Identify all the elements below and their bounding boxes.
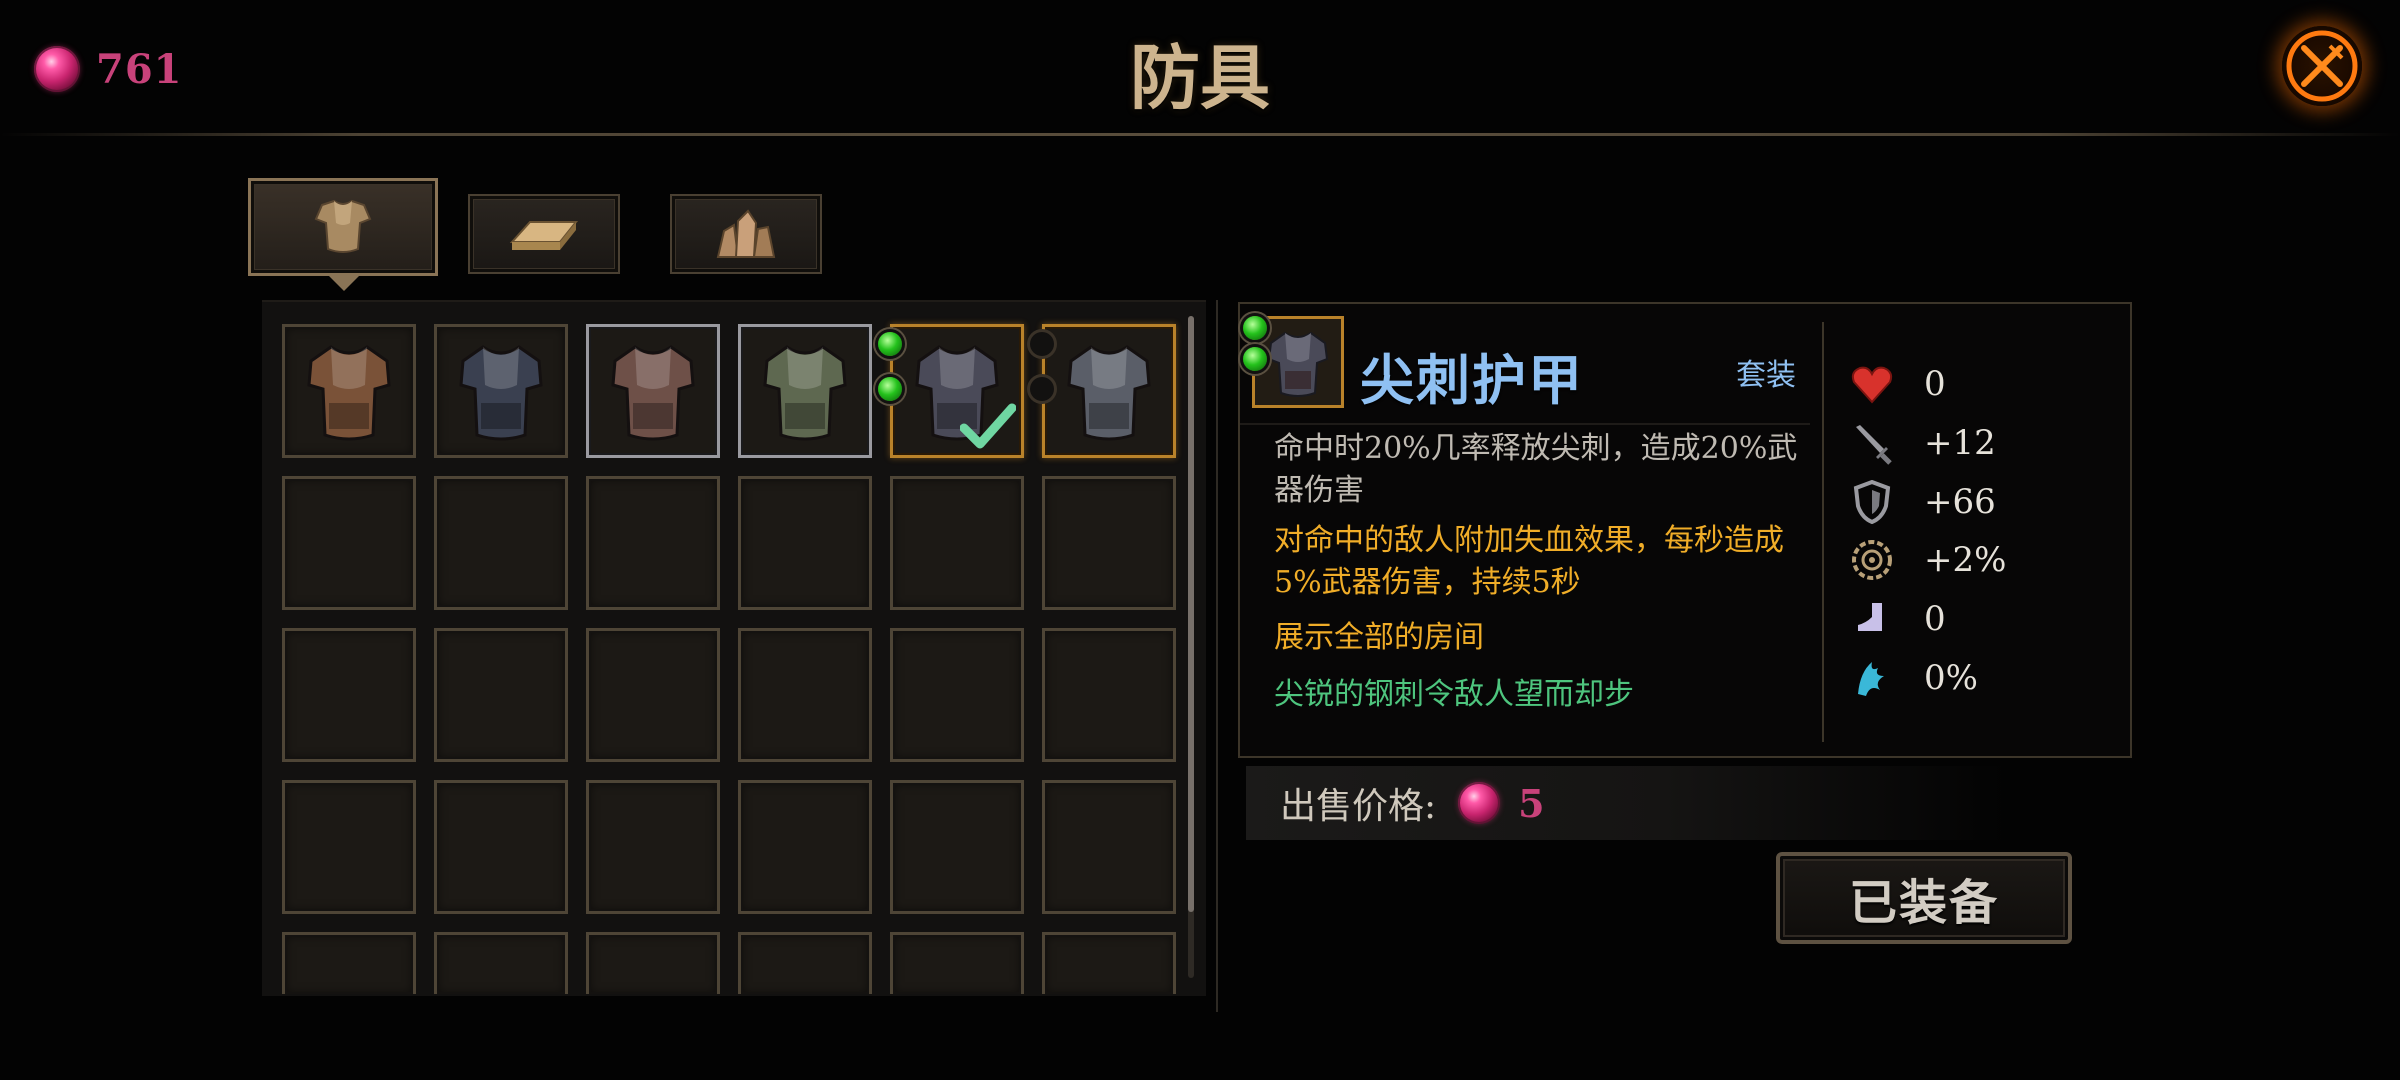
- inventory-slot-item[interactable]: [1042, 324, 1176, 458]
- inventory-slot-empty[interactable]: [890, 932, 1024, 994]
- stat-health: 0: [1850, 358, 2110, 410]
- inventory-slot-item[interactable]: [738, 324, 872, 458]
- socket-gem: [878, 332, 902, 356]
- scrollbar-thumb[interactable]: [1188, 316, 1194, 912]
- name-separator: [1240, 423, 1810, 425]
- tab-ingots[interactable]: [468, 194, 620, 274]
- inventory-slot-empty[interactable]: [586, 628, 720, 762]
- plate-skirt-armor-icon: [611, 345, 695, 441]
- stat-defense-value: +66: [1924, 482, 1996, 522]
- stat-speed-value: 0: [1924, 599, 1946, 639]
- inventory-slot-empty[interactable]: [586, 476, 720, 610]
- item-name: 尖刺护甲: [1360, 348, 1584, 412]
- empty-socket: [1030, 332, 1054, 356]
- crossed-swords-close-icon: [2286, 30, 2358, 102]
- inventory-slot-empty[interactable]: [434, 476, 568, 610]
- equipped-check-icon: [960, 403, 1016, 449]
- olive-plate-armor-icon: [763, 345, 847, 441]
- tab-armor[interactable]: [248, 178, 438, 276]
- item-effect-description: 命中时20%几率释放尖刺，造成20%武器伤害: [1274, 431, 1798, 508]
- active-tab-indicator: [326, 273, 362, 291]
- inventory-slot-empty[interactable]: [586, 932, 720, 994]
- inventory-slot-item[interactable]: [586, 324, 720, 458]
- inventory-slot-empty[interactable]: [738, 628, 872, 762]
- item-bleed-description: 对命中的敌人附加失血效果，每秒造成5%武器伤害，持续5秒: [1274, 523, 1784, 600]
- empty-socket: [1030, 377, 1054, 401]
- inventory-slot-empty[interactable]: [1042, 476, 1176, 610]
- stat-health-value: 0: [1924, 364, 1946, 404]
- stat-crit-value: +2%: [1924, 540, 2007, 580]
- stat-attack-value: +12: [1924, 423, 1996, 463]
- stat-defense: +66: [1850, 476, 2110, 528]
- stats-divider: [1822, 322, 1824, 742]
- inventory-slot-empty[interactable]: [738, 932, 872, 994]
- inventory-slot-empty[interactable]: [586, 780, 720, 914]
- stat-speed: 0: [1850, 593, 2110, 645]
- soul-gem-icon: [1458, 782, 1501, 824]
- stat-special-value: 0%: [1924, 658, 1978, 698]
- inventory-slot-empty[interactable]: [282, 780, 416, 914]
- inventory-slot-item[interactable]: [434, 324, 568, 458]
- set-label[interactable]: 套装: [1736, 350, 1796, 394]
- spiked-armor-icon: [1267, 331, 1329, 397]
- chest-armor-icon: [314, 199, 372, 253]
- inventory-slot-empty[interactable]: [434, 932, 568, 994]
- inventory-slot-empty[interactable]: [1042, 932, 1176, 994]
- inventory-slot-empty[interactable]: [282, 628, 416, 762]
- metal-ingot-icon: [509, 221, 579, 250]
- socket-gem: [878, 377, 902, 401]
- sell-price-label: 出售价格:: [1280, 786, 1437, 827]
- inventory-slot-empty[interactable]: [1042, 780, 1176, 914]
- inventory-slot-empty[interactable]: [282, 932, 416, 994]
- inventory-slot-empty[interactable]: [738, 476, 872, 610]
- sell-price-bar: 出售价格: 5: [1246, 766, 2006, 840]
- inventory-slot-empty[interactable]: [1042, 628, 1176, 762]
- shield-icon: [1853, 480, 1891, 524]
- close-button[interactable]: [2282, 26, 2362, 106]
- heart-icon: [1851, 366, 1893, 404]
- inventory-slot-empty[interactable]: [434, 628, 568, 762]
- gear-crit-icon: [1852, 540, 1892, 580]
- page-title: 防具: [1130, 36, 1270, 119]
- stat-crit: +2%: [1850, 534, 2110, 586]
- inventory-slot-item[interactable]: [282, 324, 416, 458]
- inventory-slot-empty[interactable]: [890, 628, 1024, 762]
- item-flavor-text: 尖锐的钢刺令敌人望而却步: [1274, 677, 1634, 712]
- cyan-claw-icon: [1858, 662, 1884, 696]
- panel-divider: [1216, 300, 1218, 1012]
- dark-cloth-armor-icon: [459, 345, 543, 441]
- inventory-slot-empty[interactable]: [890, 476, 1024, 610]
- equipped-button[interactable]: 已装备: [1776, 852, 2072, 944]
- socket-gem-1: [1243, 316, 1267, 340]
- leather-armor-icon: [307, 345, 391, 441]
- stat-special: 0%: [1850, 652, 2110, 704]
- inventory-slot-empty[interactable]: [282, 476, 416, 610]
- tab-crystals[interactable]: [670, 194, 822, 274]
- inventory-slot-empty[interactable]: [434, 780, 568, 914]
- boot-icon: [1858, 603, 1882, 631]
- inventory-slot-empty[interactable]: [738, 780, 872, 914]
- sell-price-value: 5: [1518, 780, 1545, 826]
- stat-attack: +12: [1850, 417, 2110, 469]
- ore-crystal-icon: [716, 209, 776, 258]
- socket-gem-2: [1243, 347, 1267, 371]
- header-divider: [0, 133, 2400, 136]
- inventory-slot-empty[interactable]: [890, 780, 1024, 914]
- item-bonus-description: 展示全部的房间: [1274, 620, 1484, 655]
- steel-plate-armor-icon: [1067, 345, 1151, 441]
- sword-icon: [1856, 425, 1892, 465]
